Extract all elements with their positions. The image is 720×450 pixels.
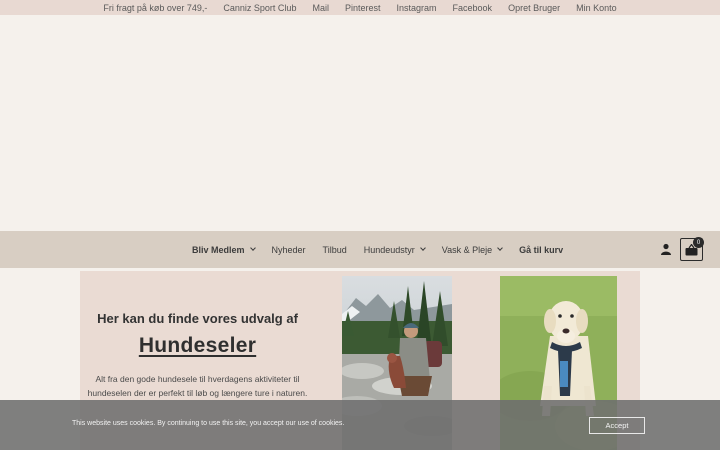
top-bar: Fri fragt på køb over 749,- Canniz Sport… — [0, 0, 720, 15]
topbar-pinterest[interactable]: Pinterest — [345, 3, 381, 13]
cart-count-badge: 0 — [693, 237, 704, 248]
topbar-my-account[interactable]: Min Konto — [576, 3, 617, 13]
nav-item-label: Gå til kurv — [519, 244, 564, 255]
nav-item-bliv-medlem[interactable]: Bliv Medlem — [192, 244, 256, 255]
chevron-down-icon — [497, 245, 503, 251]
hero-description-line: Alt fra den gode hundesele til hverdagen… — [95, 374, 300, 384]
cookie-consent-banner: This website uses cookies. By continuing… — [0, 400, 720, 450]
accept-cookies-button[interactable]: Accept — [589, 417, 645, 434]
nav-item-hundeudstyr[interactable]: Hundeudstyr — [363, 244, 426, 255]
nav-item-go-to-cart[interactable]: Gå til kurv — [519, 245, 563, 255]
nav-item-label: Bliv Medlem — [192, 244, 245, 255]
topbar-sport-club[interactable]: Canniz Sport Club — [223, 3, 296, 13]
main-navigation: Bliv Medlem Nyheder Tilbud Hundeudstyr V… — [0, 231, 720, 268]
topbar-create-user[interactable]: Opret Bruger — [508, 3, 560, 13]
user-account-icon[interactable] — [660, 243, 672, 255]
nav-menu: Bliv Medlem Nyheder Tilbud Hundeudstyr V… — [192, 231, 580, 268]
topbar-mail[interactable]: Mail — [312, 3, 329, 13]
hero-description-line: hundeselen der er perfekt til løb og læn… — [87, 388, 308, 398]
hero-text-block: Her kan du finde vores udvalg af Hundese… — [80, 311, 315, 400]
nav-item-nyheder[interactable]: Nyheder — [272, 245, 306, 255]
nav-item-vask-pleje[interactable]: Vask & Pleje — [441, 244, 503, 255]
nav-item-label: Nyheder — [271, 244, 306, 255]
chevron-down-icon — [249, 245, 256, 251]
nav-item-label: Hundeudstyr — [363, 244, 415, 255]
nav-item-tilbud[interactable]: Tilbud — [323, 245, 347, 255]
cookie-message: This website uses cookies. By continuing… — [72, 420, 345, 427]
hero-description: Alt fra den gode hundesele til hverdagen… — [80, 372, 315, 400]
hero-subtitle: Her kan du finde vores udvalg af — [97, 311, 298, 326]
topbar-facebook[interactable]: Facebook — [453, 3, 493, 13]
chevron-down-icon — [419, 245, 426, 251]
hero-title[interactable]: Hundeseler — [80, 334, 315, 358]
nav-item-label: Tilbud — [322, 244, 347, 255]
nav-item-label: Vask & Pleje — [441, 244, 493, 255]
topbar-free-shipping[interactable]: Fri fragt på køb over 749,- — [103, 3, 207, 13]
topbar-instagram[interactable]: Instagram — [397, 3, 437, 13]
